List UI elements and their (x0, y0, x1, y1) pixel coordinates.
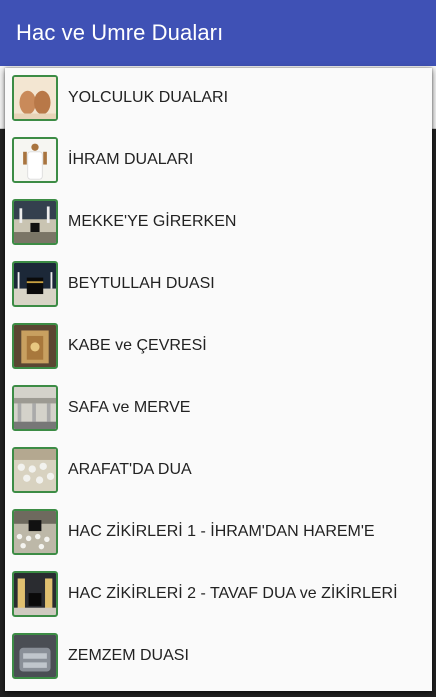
menu-item-ihram-dualari[interactable]: İHRAM DUALARI (5, 130, 432, 192)
kaaba-door-icon (12, 323, 58, 369)
ihram-pilgrim-icon (12, 137, 58, 183)
menu-item-label: MEKKE'YE GİRERKEN (68, 213, 237, 230)
menu-item-beytullah-duasi[interactable]: BEYTULLAH DUASI (5, 254, 432, 316)
menu-item-label: KABE ve ÇEVRESİ (68, 337, 207, 354)
zamzam-well-icon (12, 633, 58, 679)
menu-item-arafatda-dua[interactable]: ARAFAT'DA DUA (5, 440, 432, 502)
hands-praying-icon (12, 75, 58, 121)
menu-item-safa-ve-merve[interactable]: SAFA ve MERVE (5, 378, 432, 440)
menu-item-zemzem-duasi[interactable]: ZEMZEM DUASI (5, 626, 432, 688)
menu-item-hac-zikirleri-1[interactable]: HAC ZİKİRLERİ 1 - İHRAM'DAN HAREM'E (5, 502, 432, 564)
menu-item-label: İHRAM DUALARI (68, 151, 194, 168)
app-bar: Hac ve Umre Duaları (0, 0, 436, 66)
tawaf-night-icon (12, 571, 58, 617)
dropdown-menu: YOLCULUK DUALARI İHRAM DUALARI MEKKE'YE … (5, 68, 432, 691)
mecca-city-icon (12, 199, 58, 245)
menu-item-mekkeye-girerken[interactable]: MEKKE'YE GİRERKEN (5, 192, 432, 254)
menu-item-hac-zikirleri-2[interactable]: HAC ZİKİRLERİ 2 - TAVAF DUA ve ZİKİRLERİ (5, 564, 432, 626)
menu-item-yolculuk-dualari[interactable]: YOLCULUK DUALARI (5, 68, 432, 130)
menu-item-label: SAFA ve MERVE (68, 399, 191, 416)
menu-item-label: ARAFAT'DA DUA (68, 461, 192, 478)
menu-item-label: BEYTULLAH DUASI (68, 275, 215, 292)
app-title: Hac ve Umre Duaları (16, 20, 224, 45)
menu-item-label: HAC ZİKİRLERİ 2 - TAVAF DUA ve ZİKİRLERİ (68, 585, 398, 602)
menu-item-label: ZEMZEM DUASI (68, 647, 189, 664)
safa-marwa-icon (12, 385, 58, 431)
arafat-crowd-icon (12, 447, 58, 493)
menu-item-label: YOLCULUK DUALARI (68, 89, 229, 106)
menu-item-kabe-ve-cevresi[interactable]: KABE ve ÇEVRESİ (5, 316, 432, 378)
haram-crowd-icon (12, 509, 58, 555)
menu-item-label: HAC ZİKİRLERİ 1 - İHRAM'DAN HAREM'E (68, 523, 375, 540)
kaaba-night-icon (12, 261, 58, 307)
